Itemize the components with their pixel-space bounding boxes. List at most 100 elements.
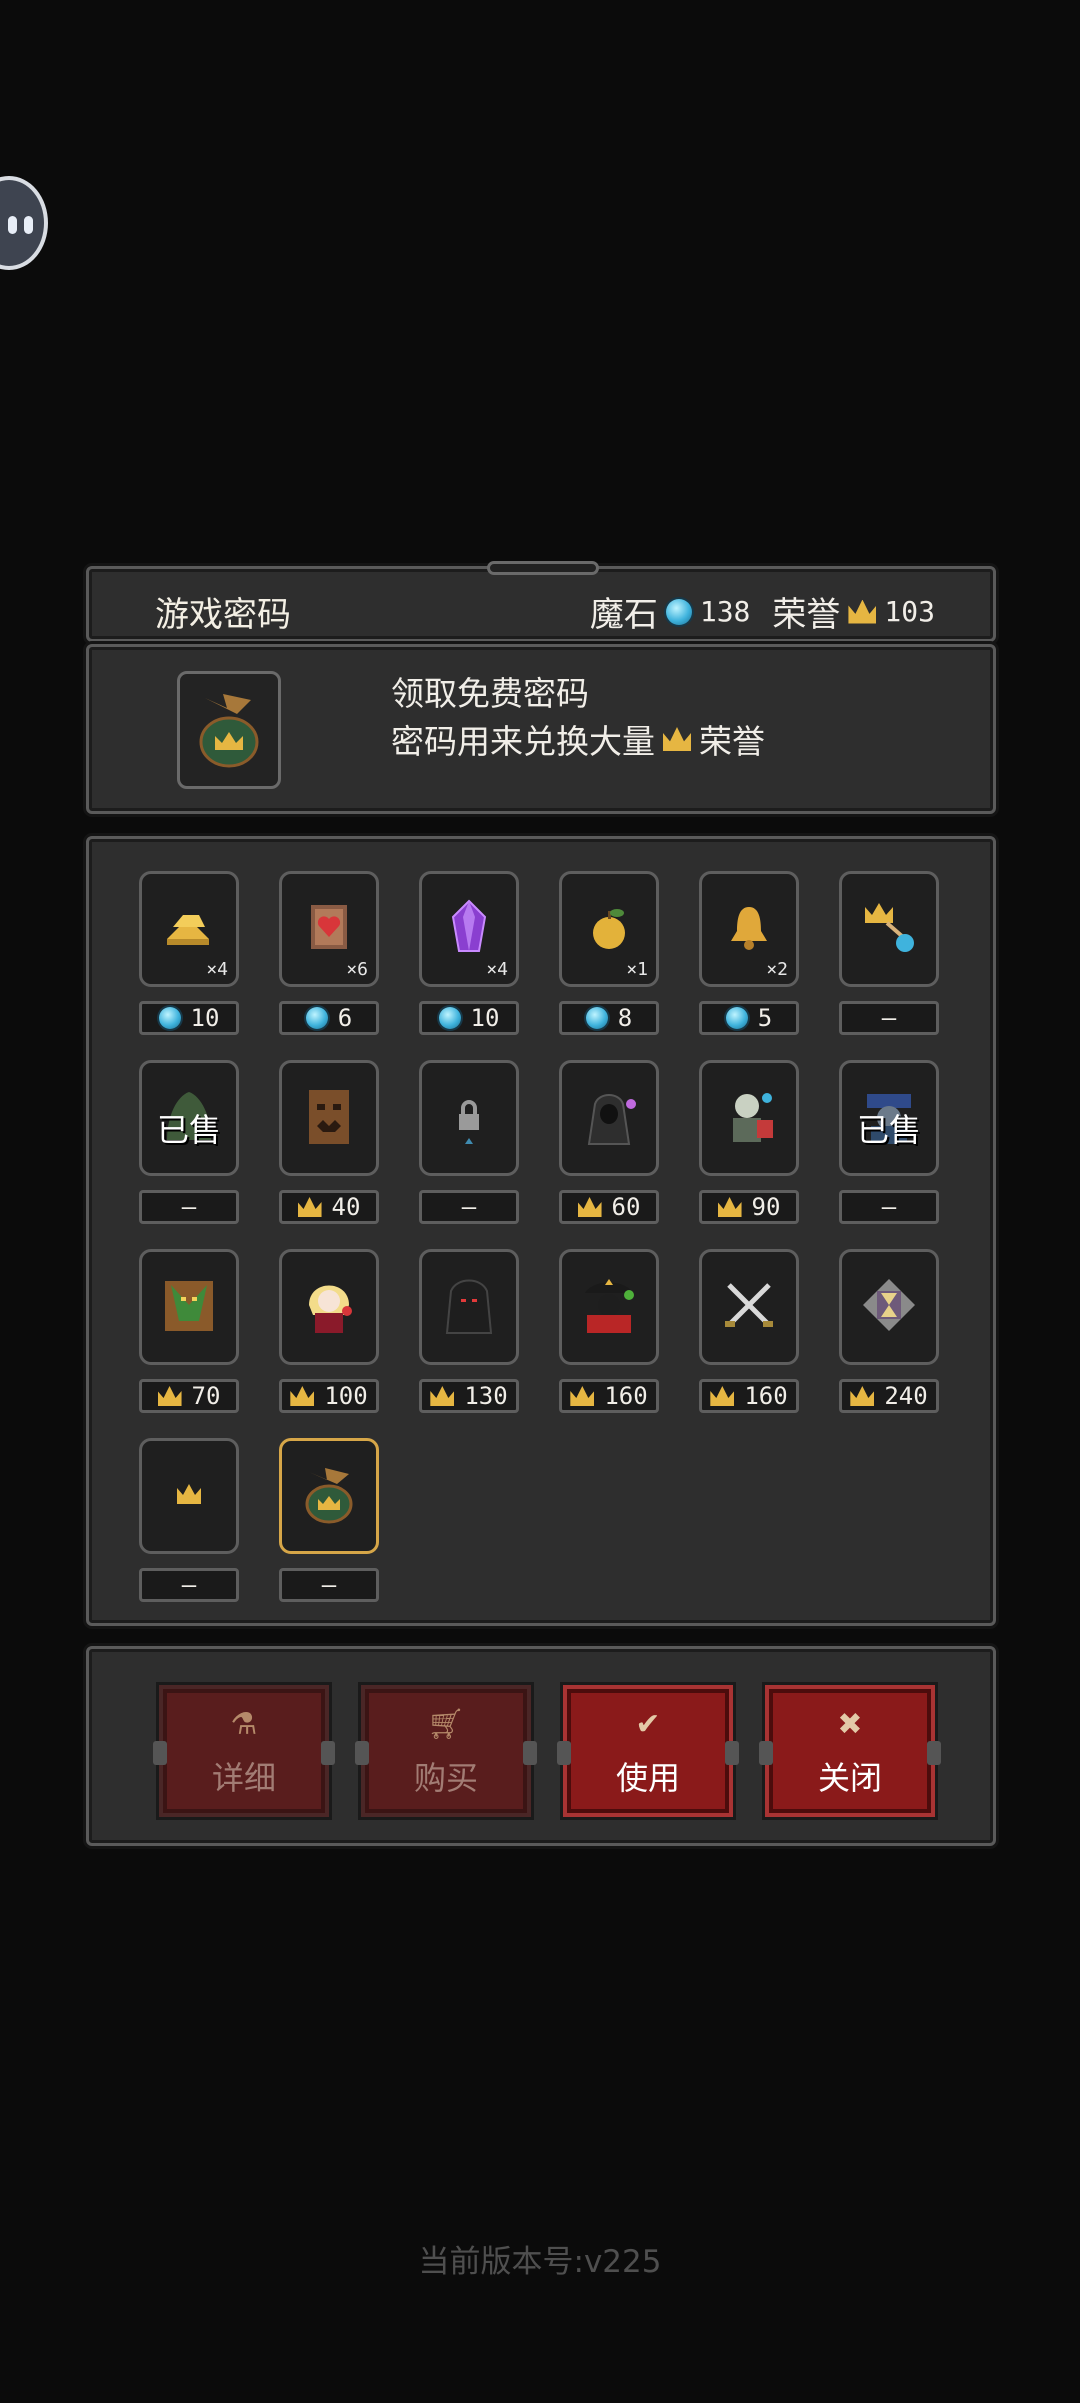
item-quantity: ×2: [766, 959, 788, 980]
price-value: 130: [464, 1382, 508, 1410]
item-price: —: [279, 1568, 379, 1602]
info-section: 领取免费密码 密码用来兑换大量 荣誉: [86, 644, 996, 814]
shop-item[interactable]: 已售 —: [839, 1060, 945, 1224]
item-slot[interactable]: [279, 1060, 379, 1176]
item-slot[interactable]: [419, 1060, 519, 1176]
item-slot[interactable]: [839, 871, 939, 987]
free-code-description: 密码用来兑换大量 荣誉: [391, 715, 765, 763]
sold-label: 已售: [856, 1111, 921, 1149]
price-value: 6: [337, 1004, 353, 1032]
item-price: 40: [279, 1190, 379, 1224]
crown-icon: [848, 599, 877, 624]
use-button[interactable]: ✔ 使用: [557, 1685, 739, 1817]
shop-item[interactable]: ×2 5: [699, 871, 805, 1035]
price-value: 8: [617, 1004, 633, 1032]
item-slot[interactable]: [559, 1060, 659, 1176]
version-label: 当前版本号:v225: [418, 2244, 662, 2280]
detail-button[interactable]: ⚗ 详细: [153, 1685, 335, 1817]
panel-title: 游戏密码: [155, 595, 291, 635]
shop-item[interactable]: 160: [559, 1249, 665, 1413]
shop-item[interactable]: —: [279, 1438, 385, 1602]
magic-stone-value: 138: [699, 595, 751, 628]
crown-bag-icon: [177, 671, 281, 789]
item-slot[interactable]: 已售: [839, 1060, 939, 1176]
gem-icon: [158, 1007, 181, 1029]
use-label: 使用: [615, 1759, 680, 1797]
shop-item[interactable]: ×4 10: [419, 871, 525, 1035]
purple-crystal-icon: [439, 897, 499, 961]
buy-button[interactable]: 🛒︎ 购买: [355, 1685, 537, 1817]
item-slot[interactable]: ×1: [559, 871, 659, 987]
currency-display: 魔石 138 荣誉 103: [590, 587, 935, 636]
shop-item[interactable]: 40: [279, 1060, 385, 1224]
item-slot[interactable]: [559, 1249, 659, 1365]
honor-text: 荣誉: [699, 722, 765, 761]
price-value: 60: [611, 1193, 641, 1221]
gem-icon: [665, 598, 692, 625]
item-price: 70: [139, 1379, 239, 1413]
sold-label: 已售: [156, 1111, 221, 1149]
crown-icon: [297, 1197, 322, 1217]
hooded-mage-icon: [579, 1086, 639, 1150]
close-label: 关闭: [817, 1759, 882, 1797]
crown-icon: [570, 1386, 595, 1406]
shop-item[interactable]: 130: [419, 1249, 525, 1413]
item-quantity: ×1: [626, 959, 648, 980]
button-knob-right: [321, 1741, 335, 1765]
shop-item[interactable]: —: [419, 1060, 525, 1224]
item-slot[interactable]: ×2: [699, 871, 799, 987]
gold-bars-icon: [159, 897, 219, 961]
flask-icon: ⚗: [230, 1707, 258, 1742]
item-slot[interactable]: [139, 1249, 239, 1365]
price-value: 240: [884, 1382, 928, 1410]
price-value: —: [181, 1193, 197, 1221]
dark-hood-icon: [439, 1275, 499, 1339]
floating-assistant-button[interactable]: [0, 176, 48, 270]
item-slot[interactable]: [279, 1438, 379, 1554]
item-slot[interactable]: [839, 1249, 939, 1365]
item-slot[interactable]: [699, 1060, 799, 1176]
item-slot[interactable]: ×4: [139, 871, 239, 987]
item-price: —: [139, 1568, 239, 1602]
free-code-title: 领取免费密码: [391, 674, 589, 713]
close-button[interactable]: ✖ 关闭: [759, 1685, 941, 1817]
item-slot[interactable]: [279, 1249, 379, 1365]
shop-item[interactable]: 90: [699, 1060, 805, 1224]
shop-item[interactable]: 70: [139, 1249, 245, 1413]
item-price: 160: [559, 1379, 659, 1413]
button-knob-right: [927, 1741, 941, 1765]
item-slot[interactable]: ×4: [419, 871, 519, 987]
item-slot[interactable]: [139, 1438, 239, 1554]
shop-item[interactable]: —: [139, 1438, 245, 1602]
pirate-captain-icon: [579, 1275, 639, 1339]
shop-item[interactable]: ×4 10: [139, 871, 245, 1035]
price-value: —: [181, 1571, 197, 1599]
crown-icon: [577, 1197, 602, 1217]
game-code-panel: 游戏密码 魔石 138 荣誉 103 领取免费密码 密码用来兑换大量 荣誉 ×4…: [86, 561, 996, 1846]
item-price: 6: [279, 1001, 379, 1035]
item-slot[interactable]: 已售: [139, 1060, 239, 1176]
gem-icon: [585, 1007, 608, 1029]
shop-item[interactable]: ×1 8: [559, 871, 665, 1035]
item-slot[interactable]: ×6: [279, 871, 379, 987]
price-value: 10: [470, 1004, 500, 1032]
shop-item[interactable]: —: [839, 871, 945, 1035]
item-price: 130: [419, 1379, 519, 1413]
shop-item[interactable]: 240: [839, 1249, 945, 1413]
item-price: —: [839, 1190, 939, 1224]
item-slot[interactable]: [699, 1249, 799, 1365]
crown-bag-icon: [299, 1464, 359, 1528]
lock-icon: [439, 1086, 499, 1150]
shop-item[interactable]: 60: [559, 1060, 665, 1224]
item-price: —: [839, 1001, 939, 1035]
shop-item[interactable]: ×6 6: [279, 871, 385, 1035]
item-slot[interactable]: [419, 1249, 519, 1365]
button-knob-left: [557, 1741, 571, 1765]
shop-item[interactable]: 160: [699, 1249, 805, 1413]
shop-item[interactable]: 100: [279, 1249, 385, 1413]
cart-icon: 🛒︎: [426, 1707, 466, 1742]
item-quantity: ×6: [346, 959, 368, 980]
shop-item[interactable]: 已售 —: [139, 1060, 245, 1224]
price-value: 90: [751, 1193, 781, 1221]
price-value: 10: [190, 1004, 220, 1032]
